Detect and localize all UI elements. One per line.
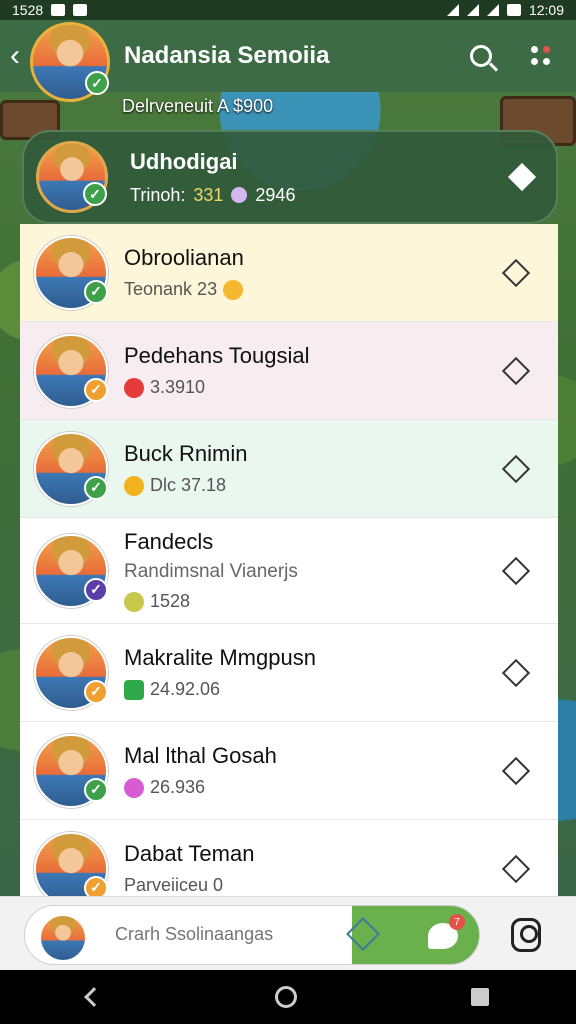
favorite-diamond-icon[interactable] [501,658,531,687]
favorite-diamond-icon[interactable] [501,454,531,483]
current-user-stats: Trinoh: 331 2946 [130,185,512,206]
more-icon [531,46,551,66]
gem-value: 2946 [255,184,296,205]
contact-name: Dabat Teman [124,841,255,866]
contact-status: Dlc 37.18 [150,475,227,495]
favorite-diamond-icon[interactable] [501,356,531,385]
contact-avatar: ✓ [34,635,108,710]
verified-check-icon: ✓ [84,777,108,802]
search-icon [470,45,492,67]
flower-icon [124,777,144,798]
list-item[interactable]: ✓ Fandecls Randimsnal Vianerjs 1528 [20,518,558,624]
favorite-diamond-icon[interactable] [501,756,531,785]
current-user-card[interactable]: ✓ Udhodigai Trinoh: 331 2946 [22,130,558,224]
status-badge-icon: ✓ [84,679,108,704]
contact-status: Teonank 23 [124,279,218,299]
verified-check-icon: ✓ [84,279,108,304]
contact-avatar: ✓ [34,333,108,408]
contact-status: Parveiiceu 0 [124,875,224,895]
stat-label: Trinoh: [130,184,186,205]
contact-description: Randimsnal Vianerjs [124,561,298,582]
search-bar: 7 [24,905,480,965]
search-input[interactable] [115,924,345,945]
notification-icon [51,4,66,16]
contact-name: Mal lthal Gosah [124,743,277,768]
nav-back-icon[interactable] [84,987,104,1007]
contact-avatar: ✓ [34,235,108,310]
status-time-right: 12:09 [528,2,564,18]
list-item[interactable]: ✓ Mal lthal Gosah 26.936 [20,722,558,820]
profile-icon [511,918,541,952]
search-button[interactable] [456,31,506,81]
header-avatar[interactable]: ✓ [30,22,110,102]
signal-icon [486,4,499,16]
more-button[interactable] [516,31,566,81]
status-time-left: 1528 [12,2,44,18]
favorite-diamond-icon[interactable] [501,556,531,585]
verified-check-icon: ✓ [85,71,109,95]
status-badge-icon: ✓ [84,577,108,602]
verified-check-icon: ✓ [84,475,108,500]
chat-button[interactable]: 7 [419,912,467,960]
image-icon [73,4,88,16]
contact-avatar: ✓ [34,733,108,808]
contact-status: 1528 [150,591,191,611]
emoji-icon [223,279,244,300]
signal-icon [466,4,479,16]
favorite-diamond-icon[interactable] [501,258,531,287]
favorite-diamond-icon[interactable] [501,854,531,883]
contact-name: Buck Rnimin [124,441,248,466]
battery-icon [506,4,521,16]
contact-name: Pedehans Tougsial [124,343,310,368]
list-item[interactable]: ✓ Dabat Teman Parveiiceu 0 [20,820,558,896]
status-badge-icon: ✓ [84,875,108,896]
cash-icon [124,679,144,700]
list-item[interactable]: ✓ Pedehans Tougsial 3.3910 [20,322,558,420]
flame-icon [124,475,144,496]
current-user-name: Udhodigai [130,148,238,174]
stat-value: 331 [193,184,224,205]
app-header: ‹ ✓ Nadansia Semoiia [0,20,576,102]
back-button[interactable]: ‹ [0,20,30,92]
wifi-icon [446,4,459,16]
system-nav-bar [0,970,576,1024]
verified-check-icon: ✓ [83,182,107,206]
contact-list: ✓ Obroolianan Teonank 23 ✓ Pedehans Toug… [20,224,558,896]
current-user-avatar: ✓ [36,141,108,213]
contact-status: 24.92.06 [150,679,221,699]
diamond-icon[interactable] [507,162,537,192]
contact-name: Fandecls [124,529,214,554]
profile-button[interactable] [500,909,552,961]
contact-status: 3.3910 [150,377,206,397]
contact-name: Obroolianan [124,245,244,270]
contact-status: 26.936 [150,777,206,797]
status-bar: 1528 12:09 [0,0,576,20]
diamond-icon[interactable] [346,917,380,951]
contact-name: Makralite Mmgpusn [124,645,316,670]
coin-icon [124,377,144,398]
list-item[interactable]: ✓ Buck Rnimin Dlc 37.18 [20,420,558,518]
header-subtitle: Delrveneuit A $900 [122,96,274,116]
contact-avatar: ✓ [34,533,108,608]
nav-home-icon[interactable] [275,986,297,1008]
search-avatar[interactable] [41,916,85,960]
nav-recents-icon[interactable] [471,988,489,1006]
bottom-bar: 7 [0,896,576,970]
chat-badge: 7 [449,914,465,930]
gem-icon [231,187,248,203]
contact-avatar: ✓ [34,831,108,896]
list-item[interactable]: ✓ Makralite Mmgpusn 24.92.06 [20,624,558,722]
list-item[interactable]: ✓ Obroolianan Teonank 23 [20,224,558,322]
page-title: Nadansia Semoiia [124,42,330,69]
status-badge-icon: ✓ [84,377,108,402]
sparkle-icon [124,591,144,612]
contact-avatar: ✓ [34,431,108,506]
